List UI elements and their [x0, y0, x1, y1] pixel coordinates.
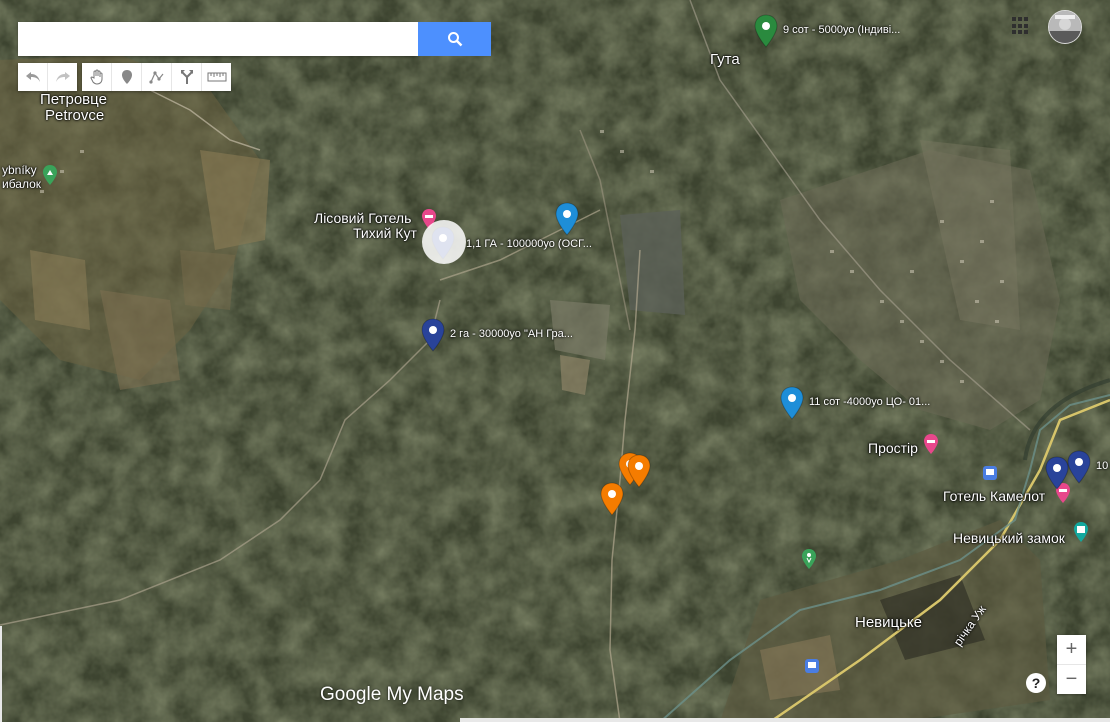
bus-stop-icon[interactable] — [804, 658, 820, 674]
draw-line-button[interactable] — [142, 63, 172, 91]
castle-icon[interactable] — [1070, 521, 1092, 543]
avatar[interactable] — [1048, 10, 1082, 44]
mymaps-wordmark: My Maps — [381, 684, 464, 705]
help-button[interactable]: ? — [1026, 673, 1046, 693]
map-marker-label: 9 сот - 5000уо (Індиві... — [783, 24, 901, 36]
search-icon — [447, 32, 462, 47]
place-rybniky-ua: ибалок — [2, 177, 42, 191]
user-photo-icon — [1049, 11, 1081, 43]
map-marker-label: 11 сот -4000уо ЦО- 01... — [809, 396, 931, 408]
place-guta: Гута — [710, 51, 740, 68]
bus-stop-icon[interactable] — [982, 465, 998, 481]
google-my-maps-logo: Google My Maps — [320, 684, 464, 706]
zoom-control: + − — [1057, 635, 1086, 694]
selected-marker-halo — [422, 220, 466, 264]
hand-icon — [89, 69, 102, 85]
map-toolbar — [18, 63, 231, 91]
map-marker[interactable] — [626, 454, 652, 488]
map-marker[interactable] — [599, 482, 625, 516]
map-marker[interactable] — [554, 202, 580, 236]
redo-button[interactable] — [48, 63, 77, 91]
ruler-icon — [207, 72, 226, 82]
hotel-icon[interactable] — [920, 433, 942, 455]
search-input[interactable] — [18, 22, 418, 56]
place-tykhyi-kut: Тихий Кут — [353, 225, 417, 241]
tools-group — [82, 63, 231, 91]
route-icon — [180, 70, 193, 84]
map-marker[interactable] — [420, 318, 446, 352]
place-petrovce-sk: Petrovce — [45, 107, 105, 124]
draw-line-icon — [148, 71, 163, 84]
zoom-out-button[interactable]: − — [1057, 665, 1086, 694]
hiking-icon[interactable] — [798, 548, 820, 570]
map-canvas[interactable]: Петровце Petrovce Гута Лісовий Готель Ти… — [0, 0, 1110, 722]
place-nevytske: Невицьке — [855, 614, 923, 631]
directions-button[interactable] — [172, 63, 202, 91]
map-marker[interactable] — [753, 14, 779, 48]
redo-icon — [55, 72, 70, 82]
pan-tool-button[interactable] — [82, 63, 112, 91]
add-marker-button[interactable] — [112, 63, 142, 91]
place-hotel-kamelot: Готель Камелот — [943, 488, 1046, 504]
measure-button[interactable] — [202, 63, 231, 91]
google-wordmark: Google — [320, 684, 382, 705]
place-lisovyi-hotel: Лісовий Готель — [314, 210, 412, 226]
map-marker-label: 1,1 ГА - 100000уо (ОСГ... — [466, 238, 592, 250]
zoom-in-button[interactable]: + — [1057, 635, 1086, 665]
history-group — [18, 63, 77, 91]
map-marker-label: 2 га - 30000уо "АН Гра... — [450, 328, 573, 340]
undo-button[interactable] — [18, 63, 48, 91]
park-icon[interactable] — [39, 164, 61, 186]
apps-grid-icon[interactable] — [1012, 17, 1030, 35]
satellite-terrain — [0, 0, 1110, 722]
undo-icon — [25, 72, 40, 82]
map-marker[interactable] — [779, 386, 805, 420]
place-nevytskyi-zamok: Невицький замок — [953, 530, 1065, 546]
place-prostir: Простір — [868, 440, 918, 456]
map-marker[interactable] — [1066, 450, 1092, 484]
map-marker-label: 10 сот — [1096, 460, 1110, 472]
search-button[interactable] — [418, 22, 491, 56]
place-petrovce-ua: Петровце — [40, 91, 107, 108]
marker-icon — [121, 70, 132, 84]
